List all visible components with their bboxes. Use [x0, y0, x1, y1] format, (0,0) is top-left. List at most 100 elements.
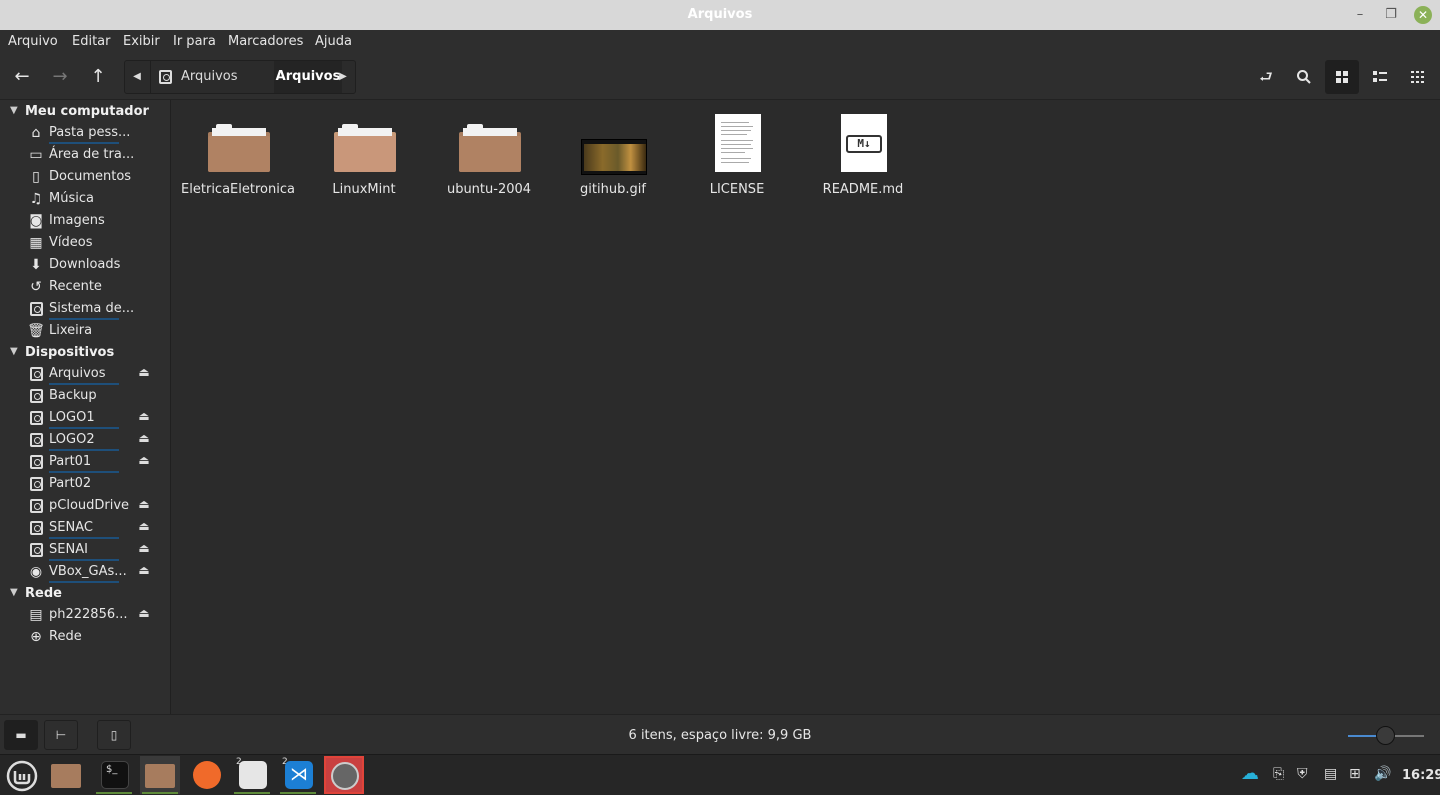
forward-button[interactable]: → — [43, 60, 77, 94]
sidebar-item-recent[interactable]: ↺ Recente — [0, 276, 170, 298]
drive-icon — [159, 70, 172, 84]
file-item[interactable]: LinuxMint — [302, 114, 426, 204]
optical-disc-icon: ◉ — [29, 564, 43, 580]
close-button[interactable]: ✕ — [1414, 6, 1432, 24]
sidebar-device-backup[interactable]: Backup — [0, 385, 170, 407]
notes-icon[interactable]: ▤ — [1324, 766, 1337, 782]
taskbar-files-window[interactable] — [140, 756, 180, 794]
grid-icon — [1336, 71, 1348, 83]
compact-icon — [1411, 71, 1424, 83]
file-item[interactable]: M↓ README.md — [801, 114, 925, 204]
eject-icon[interactable]: ⏏ — [136, 519, 152, 533]
drive-icon — [29, 389, 43, 403]
sidebar-device-part02[interactable]: Part02 — [0, 473, 170, 495]
section-dispositivos[interactable]: ▼ Dispositivos — [0, 343, 170, 363]
menu-ajuda[interactable]: Ajuda — [315, 34, 352, 49]
sidebar-device-part01[interactable]: Part01 ⏏ — [0, 451, 170, 473]
taskbar-terminal[interactable]: $_ — [94, 756, 134, 794]
search-button[interactable] — [1287, 60, 1321, 94]
sidebar-item-pictures[interactable]: ◙ Imagens — [0, 210, 170, 232]
menu-editar[interactable]: Editar — [72, 34, 111, 49]
volume-icon[interactable]: 🔊 — [1374, 766, 1391, 782]
path-segment-root[interactable]: Arquivos — [150, 61, 274, 93]
eject-icon[interactable]: ⏏ — [136, 453, 152, 467]
sidebar-item-home[interactable]: ⌂ Pasta pess... — [0, 122, 170, 144]
back-button[interactable]: ← — [5, 60, 39, 94]
eject-icon[interactable]: ⏏ — [136, 365, 152, 379]
sidebar-device-senac[interactable]: SENAC ⏏ — [0, 517, 170, 539]
clipboard-icon[interactable]: ⎘ — [1273, 766, 1284, 782]
clock[interactable]: 16:29 — [1402, 768, 1440, 783]
path-segment-label: Arquivos — [181, 69, 238, 84]
sidebar-network-server[interactable]: ▤ ph222856... ⏏ — [0, 604, 170, 626]
maximize-button[interactable]: ❐ — [1382, 6, 1400, 24]
sidebar-device-arquivos[interactable]: Arquivos ⏏ — [0, 363, 170, 385]
menu-button[interactable] — [2, 756, 42, 794]
sidebar-item-filesystem[interactable]: Sistema de... — [0, 298, 170, 320]
minimize-button[interactable]: – — [1351, 6, 1369, 24]
download-icon: ⬇ — [30, 257, 42, 273]
sidebar-item-desktop[interactable]: ▭ Área de tra... — [0, 144, 170, 166]
collapse-triangle-icon: ▼ — [10, 105, 18, 116]
icon-view-button[interactable] — [1325, 60, 1359, 94]
path-scroll-left[interactable]: ◀ — [125, 61, 149, 93]
server-icon: ▤ — [29, 607, 43, 623]
eject-icon[interactable]: ⏏ — [136, 541, 152, 555]
taskbar-files-launcher[interactable] — [46, 756, 86, 794]
sidebar-item-music[interactable]: ♫ Música — [0, 188, 170, 210]
sidebar-network-rede[interactable]: ⊕ Rede — [0, 626, 170, 648]
up-button[interactable]: ↑ — [81, 60, 115, 94]
sidebar-item-trash[interactable]: 🗑 Lixeira — [0, 320, 170, 342]
taskbar-firefox[interactable] — [186, 756, 226, 794]
drive-icon — [29, 521, 43, 535]
eject-icon[interactable]: ⏏ — [136, 606, 152, 620]
menu-arquivo[interactable]: Arquivo — [8, 34, 58, 49]
file-view[interactable]: EletricaEletronica LinuxMint ubuntu-2004… — [172, 100, 1440, 714]
toggle-settings-icon — [239, 761, 267, 789]
camera-icon: ◙ — [29, 213, 43, 229]
documents-icon: ▯ — [32, 169, 40, 185]
menu-ir-para[interactable]: Ir para — [173, 34, 216, 49]
sidebar-device-vbox[interactable]: ◉ VBox_GAs... ⏏ — [0, 561, 170, 583]
sidebar-item-videos[interactable]: ▦ Vídeos — [0, 232, 170, 254]
sidebar-device-logo2[interactable]: LOGO2 ⏏ — [0, 429, 170, 451]
cloud-sync-icon[interactable]: ☁ — [1241, 763, 1259, 784]
path-scroll-right[interactable]: ▶ — [331, 61, 355, 93]
taskbar-vscode[interactable]: 2 ⋊ — [278, 756, 318, 794]
section-meu-computador[interactable]: ▼ Meu computador — [0, 102, 170, 122]
list-view-button[interactable] — [1363, 60, 1397, 94]
network-icon[interactable]: ⊞ — [1349, 766, 1361, 782]
folder-icon — [145, 764, 175, 788]
eject-icon[interactable]: ⏏ — [136, 563, 152, 577]
drive-icon — [29, 477, 43, 491]
taskbar-disk-usage[interactable] — [324, 756, 364, 794]
video-icon: ▦ — [29, 235, 43, 251]
eject-icon[interactable]: ⏏ — [136, 409, 152, 423]
menu-marcadores[interactable]: Marcadores — [228, 34, 303, 49]
section-rede[interactable]: ▼ Rede — [0, 584, 170, 604]
sidebar-device-pclouddrive[interactable]: pCloudDrive ⏏ — [0, 495, 170, 517]
sidebar-item-downloads[interactable]: ⬇ Downloads — [0, 254, 170, 276]
menu-exibir[interactable]: Exibir — [123, 34, 160, 49]
taskbar-settings[interactable]: 2 — [232, 756, 272, 794]
zoom-slider-handle[interactable] — [1376, 726, 1395, 745]
file-item[interactable]: EletricaEletronica — [176, 114, 300, 204]
shield-icon[interactable]: ⛨ — [1297, 766, 1308, 782]
sidebar-item-documents[interactable]: ▯ Documentos — [0, 166, 170, 188]
drive-icon — [29, 433, 43, 447]
compact-view-button[interactable] — [1401, 60, 1435, 94]
toggle-location-button[interactable]: ⮐ — [1249, 60, 1283, 94]
usage-bar — [49, 581, 119, 583]
desktop-icon: ▭ — [29, 147, 43, 163]
file-item[interactable]: ubuntu-2004 — [427, 114, 551, 204]
file-item[interactable]: gitihub.gif — [551, 114, 675, 204]
sidebar: ▼ Meu computador ⌂ Pasta pess... ▭ Área de… — [0, 100, 171, 714]
eject-icon[interactable]: ⏏ — [136, 497, 152, 511]
eject-icon[interactable]: ⏏ — [136, 431, 152, 445]
file-item[interactable]: LICENSE — [675, 114, 799, 204]
sidebar-device-senai[interactable]: SENAI ⏏ — [0, 539, 170, 561]
list-icon — [1373, 71, 1387, 82]
title-bar: Arquivos – ❐ ✕ — [0, 0, 1440, 30]
trash-icon: 🗑 — [27, 323, 45, 339]
sidebar-device-logo1[interactable]: LOGO1 ⏏ — [0, 407, 170, 429]
